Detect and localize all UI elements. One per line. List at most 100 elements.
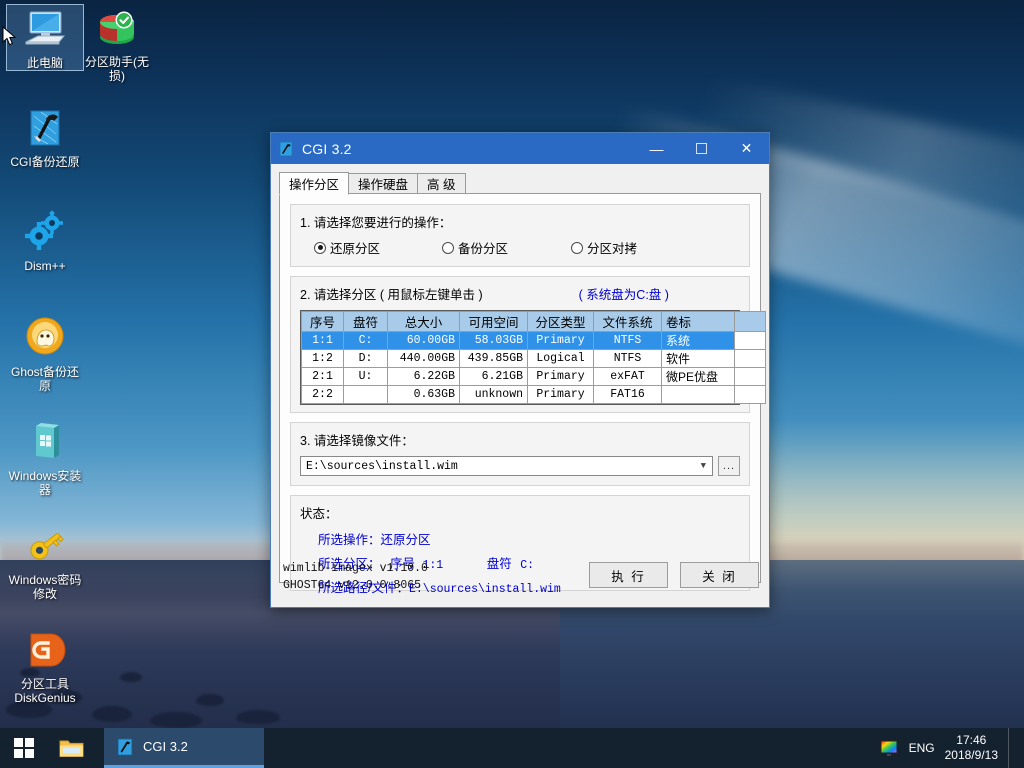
- desktop-icon-label: CGI备份还原: [6, 155, 84, 169]
- tab-advanced[interactable]: 高 级: [417, 173, 465, 194]
- cell-total: 440.00GB: [388, 350, 460, 368]
- cell-total: 60.00GB: [388, 332, 460, 350]
- table-row[interactable]: 2:1 U: 6.22GB 6.21GB Primary exFAT 微PE优盘: [302, 368, 766, 386]
- start-button[interactable]: [0, 728, 48, 768]
- col-drive[interactable]: 盘符: [344, 312, 388, 332]
- desktop-icon-label: Windows密码修改: [6, 573, 84, 601]
- cgi-window: CGI 3.2 — ✕ 操作分区 操作硬盘 高 级 1. 请选择您要进行的操作：: [270, 132, 770, 608]
- tab-page-partition-ops: 1. 请选择您要进行的操作： 还原分区 备份分区 分区对拷: [279, 193, 761, 583]
- cell-spacer: [735, 332, 766, 350]
- this-pc-icon: [21, 5, 69, 53]
- col-filesystem[interactable]: 文件系统: [594, 312, 662, 332]
- desktop-icon-label: Ghost备份还原: [6, 365, 84, 393]
- step1-group: 1. 请选择您要进行的操作： 还原分区 备份分区 分区对拷: [290, 204, 750, 267]
- taskbar-item-cgi[interactable]: CGI 3.2: [104, 728, 264, 768]
- cell-index: 2:1: [302, 368, 344, 386]
- folder-icon: [59, 737, 85, 759]
- step1-title: 1. 请选择您要进行的操作：: [300, 212, 740, 231]
- cell-label: [662, 386, 735, 404]
- cell-free: 58.03GB: [460, 332, 528, 350]
- cell-label: 微PE优盘: [662, 368, 735, 386]
- window-title: CGI 3.2: [302, 141, 352, 157]
- col-part-type[interactable]: 分区类型: [528, 312, 594, 332]
- radio-dot: [314, 242, 326, 254]
- step3-title: 3. 请选择镜像文件：: [300, 430, 740, 449]
- partition-table[interactable]: 序号 盘符 总大小 可用空间 分区类型 文件系统 卷标: [301, 311, 766, 404]
- tab-partition-ops[interactable]: 操作分区: [279, 172, 349, 195]
- desktop-icon-diskgenius[interactable]: 分区工具DiskGenius: [6, 626, 84, 705]
- desktop-icon-cgi-backup-restore[interactable]: CGI备份还原: [6, 104, 84, 169]
- cell-total: 0.63GB: [388, 386, 460, 404]
- system-disk-note: ( 系统盘为C:盘 ): [579, 284, 669, 303]
- tab-disk-ops[interactable]: 操作硬盘: [348, 173, 418, 194]
- image-file-combo[interactable]: E:\sources\install.wim ▼: [300, 456, 713, 476]
- chevron-down-icon[interactable]: ▼: [701, 461, 709, 471]
- desktop: 此电脑 分区助手(无损): [0, 0, 1024, 768]
- cell-fs: exFAT: [594, 368, 662, 386]
- cell-drive: C:: [344, 332, 388, 350]
- radio-restore-partition[interactable]: 还原分区: [314, 238, 380, 257]
- step2-title: 2. 请选择分区 ( 用鼠标左键单击 ): [300, 284, 483, 303]
- radio-partition-clone[interactable]: 分区对拷: [571, 238, 637, 257]
- cell-index: 1:2: [302, 350, 344, 368]
- ime-language-icon[interactable]: [879, 738, 899, 758]
- table-row[interactable]: 2:2 0.63GB unknown Primary FAT16: [302, 386, 766, 404]
- image-file-row: E:\sources\install.wim ▼ ...: [300, 456, 740, 476]
- step2-header: 2. 请选择分区 ( 用鼠标左键单击 ) ( 系统盘为C:盘 ): [300, 284, 740, 303]
- version-ghost64: GHOST64 v12.0.0.8065: [283, 577, 428, 594]
- wallpaper-rock: [196, 694, 224, 706]
- operation-radio-group: 还原分区 备份分区 分区对拷: [300, 238, 740, 257]
- status-operation: 所选操作：还原分区: [318, 529, 740, 548]
- radio-label: 还原分区: [330, 238, 380, 257]
- clock[interactable]: 17:46 2018/9/13: [945, 733, 998, 763]
- desktop-icon-windows-password[interactable]: Windows密码修改: [6, 522, 84, 601]
- partition-table-header-row: 序号 盘符 总大小 可用空间 分区类型 文件系统 卷标: [302, 312, 766, 332]
- step3-group: 3. 请选择镜像文件： E:\sources\install.wim ▼ ...: [290, 422, 750, 486]
- partition-table-wrapper: 序号 盘符 总大小 可用空间 分区类型 文件系统 卷标: [300, 310, 740, 405]
- ghost-backup-restore-icon: [21, 314, 69, 362]
- desktop-icon-windows-installer[interactable]: Windows安装器: [6, 418, 84, 497]
- version-wimlib: wimlib-imagex v1.10.0: [283, 560, 428, 577]
- radio-label: 备份分区: [458, 238, 508, 257]
- cell-drive: U:: [344, 368, 388, 386]
- close-button[interactable]: ✕: [724, 133, 769, 164]
- cell-index: 1:1: [302, 332, 344, 350]
- execute-button[interactable]: 执 行: [589, 562, 668, 588]
- version-info: wimlib-imagex v1.10.0 GHOST64 v12.0.0.80…: [283, 560, 428, 594]
- window-titlebar[interactable]: CGI 3.2 — ✕: [271, 133, 769, 164]
- table-row[interactable]: 1:2 D: 440.00GB 439.85GB Logical NTFS 软件: [302, 350, 766, 368]
- status-title: 状态：: [300, 503, 740, 522]
- cell-drive: D:: [344, 350, 388, 368]
- step2-group: 2. 请选择分区 ( 用鼠标左键单击 ) ( 系统盘为C:盘 ): [290, 276, 750, 413]
- cell-label: 软件: [662, 350, 735, 368]
- cgi-backup-restore-icon: [21, 104, 69, 152]
- maximize-button[interactable]: [679, 133, 724, 164]
- browse-button[interactable]: ...: [718, 456, 740, 476]
- desktop-icon-ghost-backup-restore[interactable]: Ghost备份还原: [6, 314, 84, 393]
- desktop-icon-partition-assistant[interactable]: 分区助手(无损): [78, 4, 156, 83]
- desktop-icon-label: 分区助手(无损): [78, 55, 156, 83]
- col-volume-label[interactable]: 卷标: [662, 312, 735, 332]
- col-index[interactable]: 序号: [302, 312, 344, 332]
- col-total-size[interactable]: 总大小: [388, 312, 460, 332]
- cell-index: 2:2: [302, 386, 344, 404]
- desktop-icon-label: Dism++: [6, 259, 84, 273]
- minimize-button[interactable]: —: [634, 133, 679, 164]
- close-dialog-button[interactable]: 关 闭: [680, 562, 759, 588]
- desktop-icon-dism-plus-plus[interactable]: Dism++: [6, 208, 84, 273]
- image-file-value: E:\sources\install.wim: [306, 460, 458, 473]
- cell-total: 6.22GB: [388, 368, 460, 386]
- cell-free: 439.85GB: [460, 350, 528, 368]
- col-free-space[interactable]: 可用空间: [460, 312, 528, 332]
- windows-logo-icon: [14, 738, 34, 758]
- cell-free: 6.21GB: [460, 368, 528, 386]
- desktop-icon-label: Windows安装器: [6, 469, 84, 497]
- ime-language-label[interactable]: ENG: [909, 741, 935, 755]
- show-desktop-button[interactable]: [1008, 728, 1014, 768]
- radio-label: 分区对拷: [587, 238, 637, 257]
- table-row[interactable]: 1:1 C: 60.00GB 58.03GB Primary NTFS 系统: [302, 332, 766, 350]
- radio-dot: [442, 242, 454, 254]
- diskgenius-icon: [21, 626, 69, 674]
- radio-backup-partition[interactable]: 备份分区: [442, 238, 508, 257]
- file-explorer-button[interactable]: [48, 728, 96, 768]
